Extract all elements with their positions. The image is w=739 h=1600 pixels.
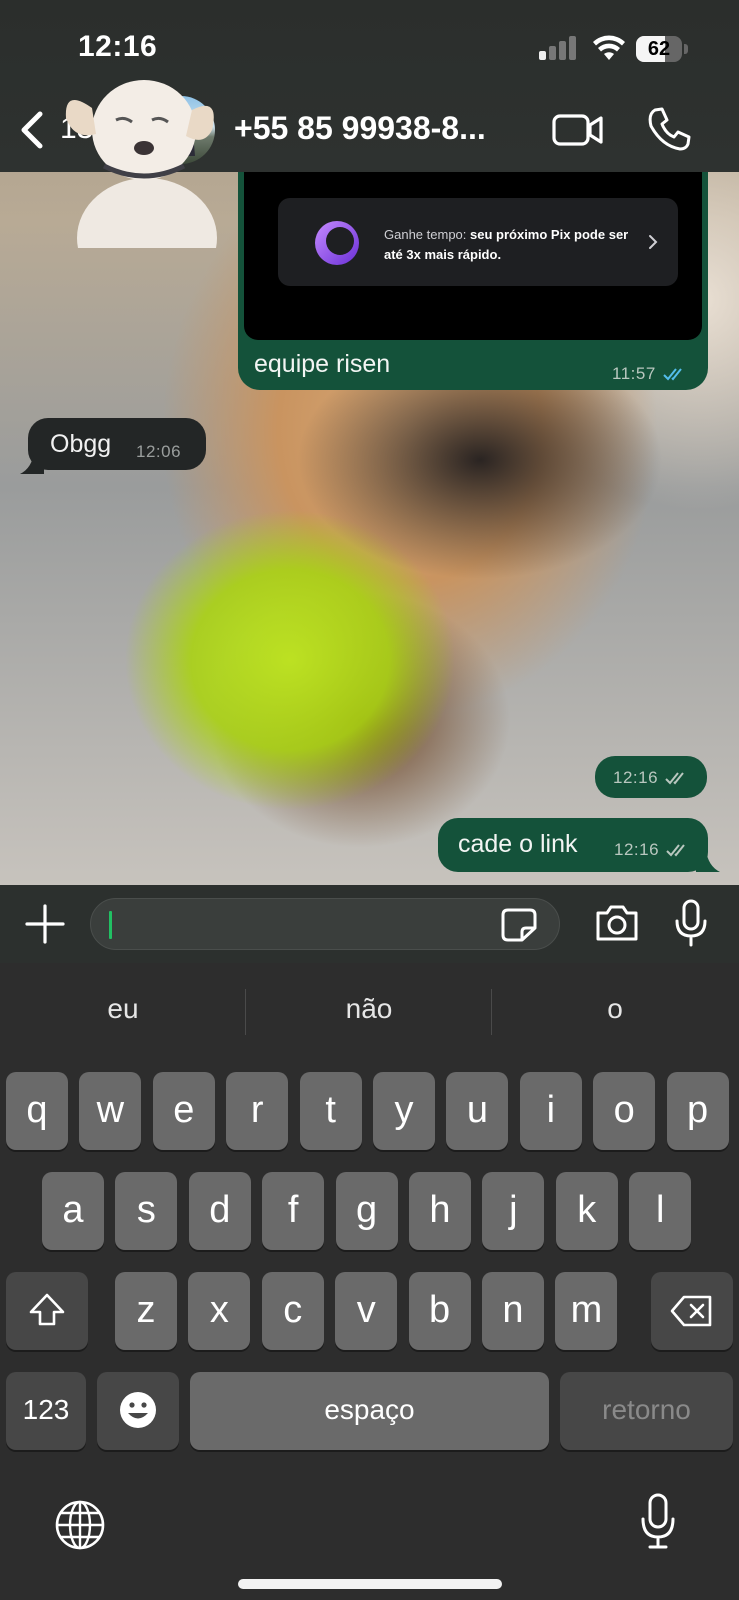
space-key[interactable]: espaço [190,1372,549,1450]
suggestion-1[interactable]: eu [3,993,243,1025]
key-x[interactable]: x [188,1272,251,1350]
double-tick-icon [665,772,685,785]
shift-icon [29,1293,65,1326]
suggestion-2[interactable]: não [249,993,489,1025]
key-n[interactable]: n [482,1272,544,1350]
emoji-icon [120,1392,156,1428]
message-text: cade o link [458,830,578,858]
shift-key[interactable] [6,1272,88,1350]
keyboard: eu não o qwertyuiopasdfghjklzxcvbnm 123 … [0,963,739,1600]
message-time: 11:57 [612,364,687,384]
backspace-icon [670,1295,712,1327]
message-text: Obgg [50,430,112,458]
shared-screenshot[interactable]: Ganhe tempo: seu próximo Pix pode ser at… [244,172,702,340]
phone-icon[interactable] [646,106,692,152]
message-time: 12:06 [136,442,182,461]
bubble-tail [696,850,720,872]
key-m[interactable]: m [555,1272,618,1350]
backspace-key[interactable] [651,1272,733,1350]
globe-icon[interactable] [54,1499,106,1551]
key-a[interactable]: a [42,1172,104,1250]
contact-name[interactable]: +55 85 99938-8... [234,110,524,147]
numbers-key[interactable]: 123 [6,1372,86,1450]
key-o[interactable]: o [593,1072,656,1150]
key-d[interactable]: d [188,1172,251,1250]
battery-indicator: 62 [636,36,688,62]
key-k[interactable]: k [555,1172,618,1250]
dictation-microphone-icon[interactable] [640,1493,676,1551]
suggestion-divider [491,989,492,1035]
plus-icon[interactable] [24,903,66,945]
microphone-icon[interactable] [674,899,708,947]
photo-time-badge: 12:16 [595,756,707,798]
key-w[interactable]: w [79,1072,142,1150]
emoji-key[interactable] [97,1372,179,1450]
key-s[interactable]: s [115,1172,178,1250]
message-outgoing-image[interactable]: Ganhe tempo: seu próximo Pix pode ser at… [238,172,708,390]
message-outgoing[interactable]: cade o link 12:16 [438,818,708,872]
pix-logo-icon [315,221,359,265]
key-f[interactable]: f [262,1172,325,1250]
video-camera-icon[interactable] [552,110,604,150]
key-y[interactable]: y [373,1072,435,1150]
key-z[interactable]: z [115,1272,177,1350]
key-h[interactable]: h [409,1172,471,1250]
bubble-tail [20,452,44,474]
chevron-right-icon [649,235,658,249]
read-double-tick-icon [663,368,682,381]
camera-icon[interactable] [594,903,640,943]
dog-photo [65,80,217,248]
key-g[interactable]: g [335,1172,398,1250]
key-i[interactable]: i [519,1072,582,1150]
chevron-left-icon [21,111,43,149]
suggestion-3[interactable]: o [495,993,735,1025]
message-incoming[interactable]: Obgg 12:06 [28,418,206,470]
message-time: 12:16 [613,768,689,788]
key-c[interactable]: c [261,1272,324,1350]
key-j[interactable]: j [482,1172,545,1250]
suggestion-bar: eu não o [0,963,739,1059]
message-input-bar [0,885,739,963]
key-p[interactable]: p [666,1072,729,1150]
message-input[interactable] [90,898,560,950]
battery-level: 62 [647,38,671,60]
key-b[interactable]: b [408,1272,471,1350]
key-l[interactable]: l [629,1172,692,1250]
key-t[interactable]: t [299,1072,362,1150]
pix-promo-card: Ganhe tempo: seu próximo Pix pode ser at… [278,198,678,286]
message-time: 12:16 [614,840,690,860]
cellular-signal-icon [539,36,579,60]
suggestion-divider [245,989,246,1035]
wifi-icon [593,35,625,60]
pix-promo-text: Ganhe tempo: seu próximo Pix pode ser at… [384,227,629,262]
key-e[interactable]: e [152,1072,215,1150]
double-tick-icon [666,844,686,857]
key-u[interactable]: u [446,1072,509,1150]
key-q[interactable]: q [6,1072,68,1150]
return-key[interactable]: retorno [560,1372,733,1450]
key-v[interactable]: v [335,1272,398,1350]
message-caption: equipe risen [254,350,391,378]
key-r[interactable]: r [226,1072,289,1150]
home-indicator[interactable] [238,1579,502,1589]
sticker-icon[interactable] [501,908,537,942]
text-caret [109,911,112,939]
